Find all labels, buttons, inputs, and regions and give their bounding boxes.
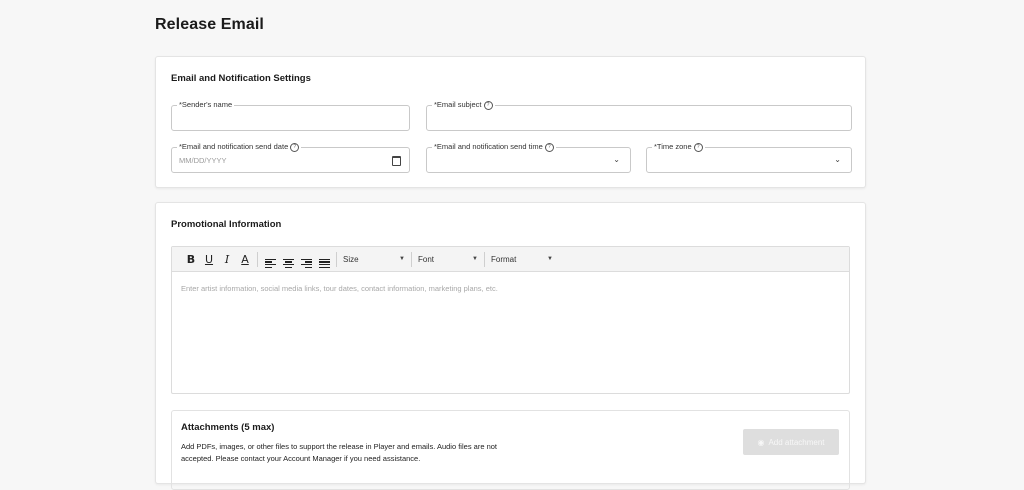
send-date-field[interactable]: *Email and notification send date? MM/DD… [171,142,410,173]
attachments-title: Attachments (5 max) [181,422,275,433]
size-select-label: Size [343,254,359,264]
caret-down-icon: ▼ [547,256,553,262]
underline-button[interactable]: U [200,253,218,266]
time-zone-select[interactable]: *Time zone? ⌄ [646,142,852,173]
email-subject-label: *Email subject [434,100,482,109]
calendar-icon[interactable] [392,156,401,166]
info-icon[interactable]: ? [483,100,493,110]
toolbar-divider [257,251,258,267]
caret-down-icon: ▼ [399,256,405,262]
italic-button[interactable]: I [218,253,236,266]
align-center-button[interactable] [279,250,297,269]
format-select[interactable]: Format ▼ [488,255,556,264]
align-justify-icon [318,258,330,269]
send-date-label: *Email and notification send date [179,142,289,151]
email-subject-field[interactable]: *Email subject? [426,100,852,131]
format-select-label: Format [491,254,517,264]
promotional-information-card: Promotional Information B U I A Size ▼ Fo… [155,202,866,490]
editor-toolbar: B U I A Size ▼ Font ▼ Format ▼ [172,247,849,272]
eye-icon: ◉ [757,437,765,447]
attachments-section: Attachments (5 max) Add PDFs, images, or… [171,410,850,490]
text-color-button[interactable]: A [236,253,254,266]
add-attachment-label: Add attachment [768,437,825,447]
bold-button[interactable]: B [182,253,200,266]
toolbar-divider [411,251,412,267]
send-time-label: *Email and notification send time [434,142,543,151]
info-icon[interactable]: ? [290,142,300,152]
align-right-button[interactable] [297,250,315,269]
notification-settings-title: Email and Notification Settings [171,73,311,84]
font-select-label: Font [418,254,435,264]
time-zone-label: *Time zone [654,142,692,151]
rich-text-editor[interactable]: B U I A Size ▼ Font ▼ Format ▼ Enter artist… [171,246,850,394]
sender-name-label: *Sender's name [177,100,235,110]
add-attachment-button[interactable]: ◉ Add attachment [743,429,839,455]
send-time-select[interactable]: *Email and notification send time? ⌄ [426,142,631,173]
size-select[interactable]: Size ▼ [340,255,408,264]
notification-settings-card: Email and Notification Settings *Sender'… [155,56,866,188]
align-left-button[interactable] [261,250,279,269]
send-date-placeholder: MM/DD/YYYY [179,156,227,165]
chevron-down-icon: ⌄ [613,155,620,164]
info-icon[interactable]: ? [544,142,554,152]
chevron-down-icon: ⌄ [834,155,841,164]
caret-down-icon: ▼ [472,256,478,262]
info-icon[interactable]: ? [693,142,703,152]
editor-placeholder: Enter artist information, social media l… [181,284,498,293]
toolbar-divider [336,251,337,267]
sender-name-field[interactable]: *Sender's name [171,100,410,131]
promotional-information-title: Promotional Information [171,219,282,230]
toolbar-divider [484,251,485,267]
font-select[interactable]: Font ▼ [415,255,481,264]
attachments-description: Add PDFs, images, or other files to supp… [181,442,497,463]
align-right-icon [300,258,312,269]
align-left-icon [264,258,276,269]
align-justify-button[interactable] [315,250,333,269]
page-title: Release Email [155,16,264,33]
align-center-icon [282,258,294,269]
